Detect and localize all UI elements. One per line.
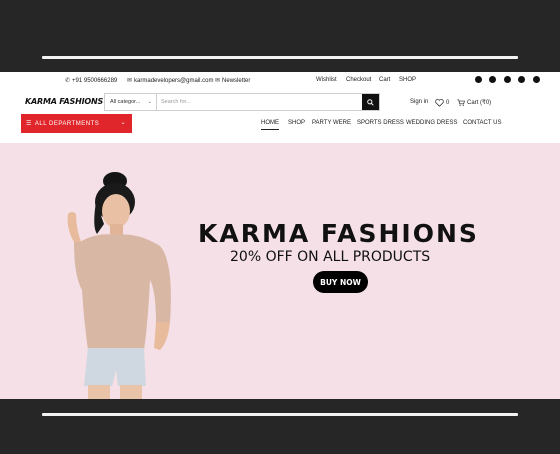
pinterest-icon[interactable] — [504, 76, 511, 83]
nav-sports-dress[interactable]: SPORTS DRESS — [357, 120, 404, 126]
phone-icon: ✆ — [65, 78, 71, 84]
window-frame-bottom — [0, 399, 560, 454]
all-departments-button[interactable]: ☰ ALL DEPARTMENTS ⌄ — [21, 114, 132, 133]
facebook-icon[interactable] — [475, 76, 482, 83]
search-icon — [367, 98, 374, 106]
header: KARMA FASHIONS All categor... ⌄ Sign in … — [0, 91, 560, 113]
nav-contact-us[interactable]: CONTACT US — [463, 120, 501, 126]
shop-link[interactable]: SHOP — [399, 77, 416, 83]
frame-divider — [42, 413, 518, 416]
category-select[interactable]: All categor... ⌄ — [105, 94, 157, 110]
cart-icon — [457, 99, 465, 106]
chevron-down-icon: ⌄ — [120, 120, 126, 126]
mail-icon: ✉ — [127, 78, 133, 84]
newsletter-link[interactable]: ✉ Newsletter — [215, 77, 251, 85]
buy-now-button[interactable]: BUY NOW — [313, 271, 368, 293]
nav-shop[interactable]: SHOP — [288, 120, 305, 126]
instagram-icon[interactable] — [518, 76, 525, 83]
navigation: ☰ ALL DEPARTMENTS ⌄ HOME SHOP PARTY WERE… — [0, 114, 560, 135]
search-bar: All categor... ⌄ — [104, 93, 380, 111]
wishlist-button[interactable]: 0 — [435, 99, 449, 107]
nav-home[interactable]: HOME — [261, 120, 279, 130]
website: ✆ +91 9500666289 ✉ karmadevelopers@gmail… — [0, 72, 560, 399]
nav-party-were[interactable]: PARTY WERE — [312, 120, 351, 126]
hero-title: KARMA FASHIONS — [198, 219, 479, 248]
email-text: karmadevelopers@gmail.com — [134, 77, 214, 84]
model-image — [67, 172, 171, 399]
checkout-link[interactable]: Checkout — [346, 77, 371, 83]
window-frame-top — [0, 0, 560, 72]
search-input[interactable] — [157, 94, 362, 110]
category-label: All categor... — [110, 99, 141, 105]
nav-wedding-dress[interactable]: WEDDING DRESS — [406, 120, 457, 126]
email-contact[interactable]: ✉ karmadevelopers@gmail.com — [127, 77, 214, 85]
phone-text: +91 9500666289 — [72, 77, 118, 84]
hero-banner: KARMA FASHIONS 20% OFF ON ALL PRODUCTS B… — [0, 143, 560, 399]
signin-link[interactable]: Sign in — [410, 99, 428, 105]
site-logo[interactable]: KARMA FASHIONS — [25, 97, 103, 106]
signin-text: Sign in — [410, 99, 429, 105]
mail-icon: ✉ — [215, 78, 221, 84]
wishlist-count: 0 — [446, 100, 450, 106]
hero-subtitle: 20% OFF ON ALL PRODUCTS — [230, 249, 431, 265]
top-bar: ✆ +91 9500666289 ✉ karmadevelopers@gmail… — [0, 72, 560, 89]
frame-divider — [42, 56, 518, 59]
twitter-icon[interactable] — [489, 76, 496, 83]
wishlist-link[interactable]: Wishlist — [316, 77, 337, 83]
cart-link[interactable]: Cart — [379, 77, 390, 83]
phone-contact[interactable]: ✆ +91 9500666289 — [65, 77, 118, 85]
linkedin-icon[interactable] — [533, 76, 540, 83]
newsletter-text: Newsletter — [222, 77, 251, 84]
cart-button[interactable]: Cart (₹0) — [457, 99, 491, 106]
menu-icon: ☰ — [26, 121, 32, 127]
departments-label: ALL DEPARTMENTS — [34, 120, 100, 127]
search-button[interactable] — [362, 94, 379, 110]
cart-text: Cart (₹0) — [467, 100, 492, 106]
heart-icon — [435, 99, 444, 107]
chevron-down-icon: ⌄ — [147, 99, 152, 105]
